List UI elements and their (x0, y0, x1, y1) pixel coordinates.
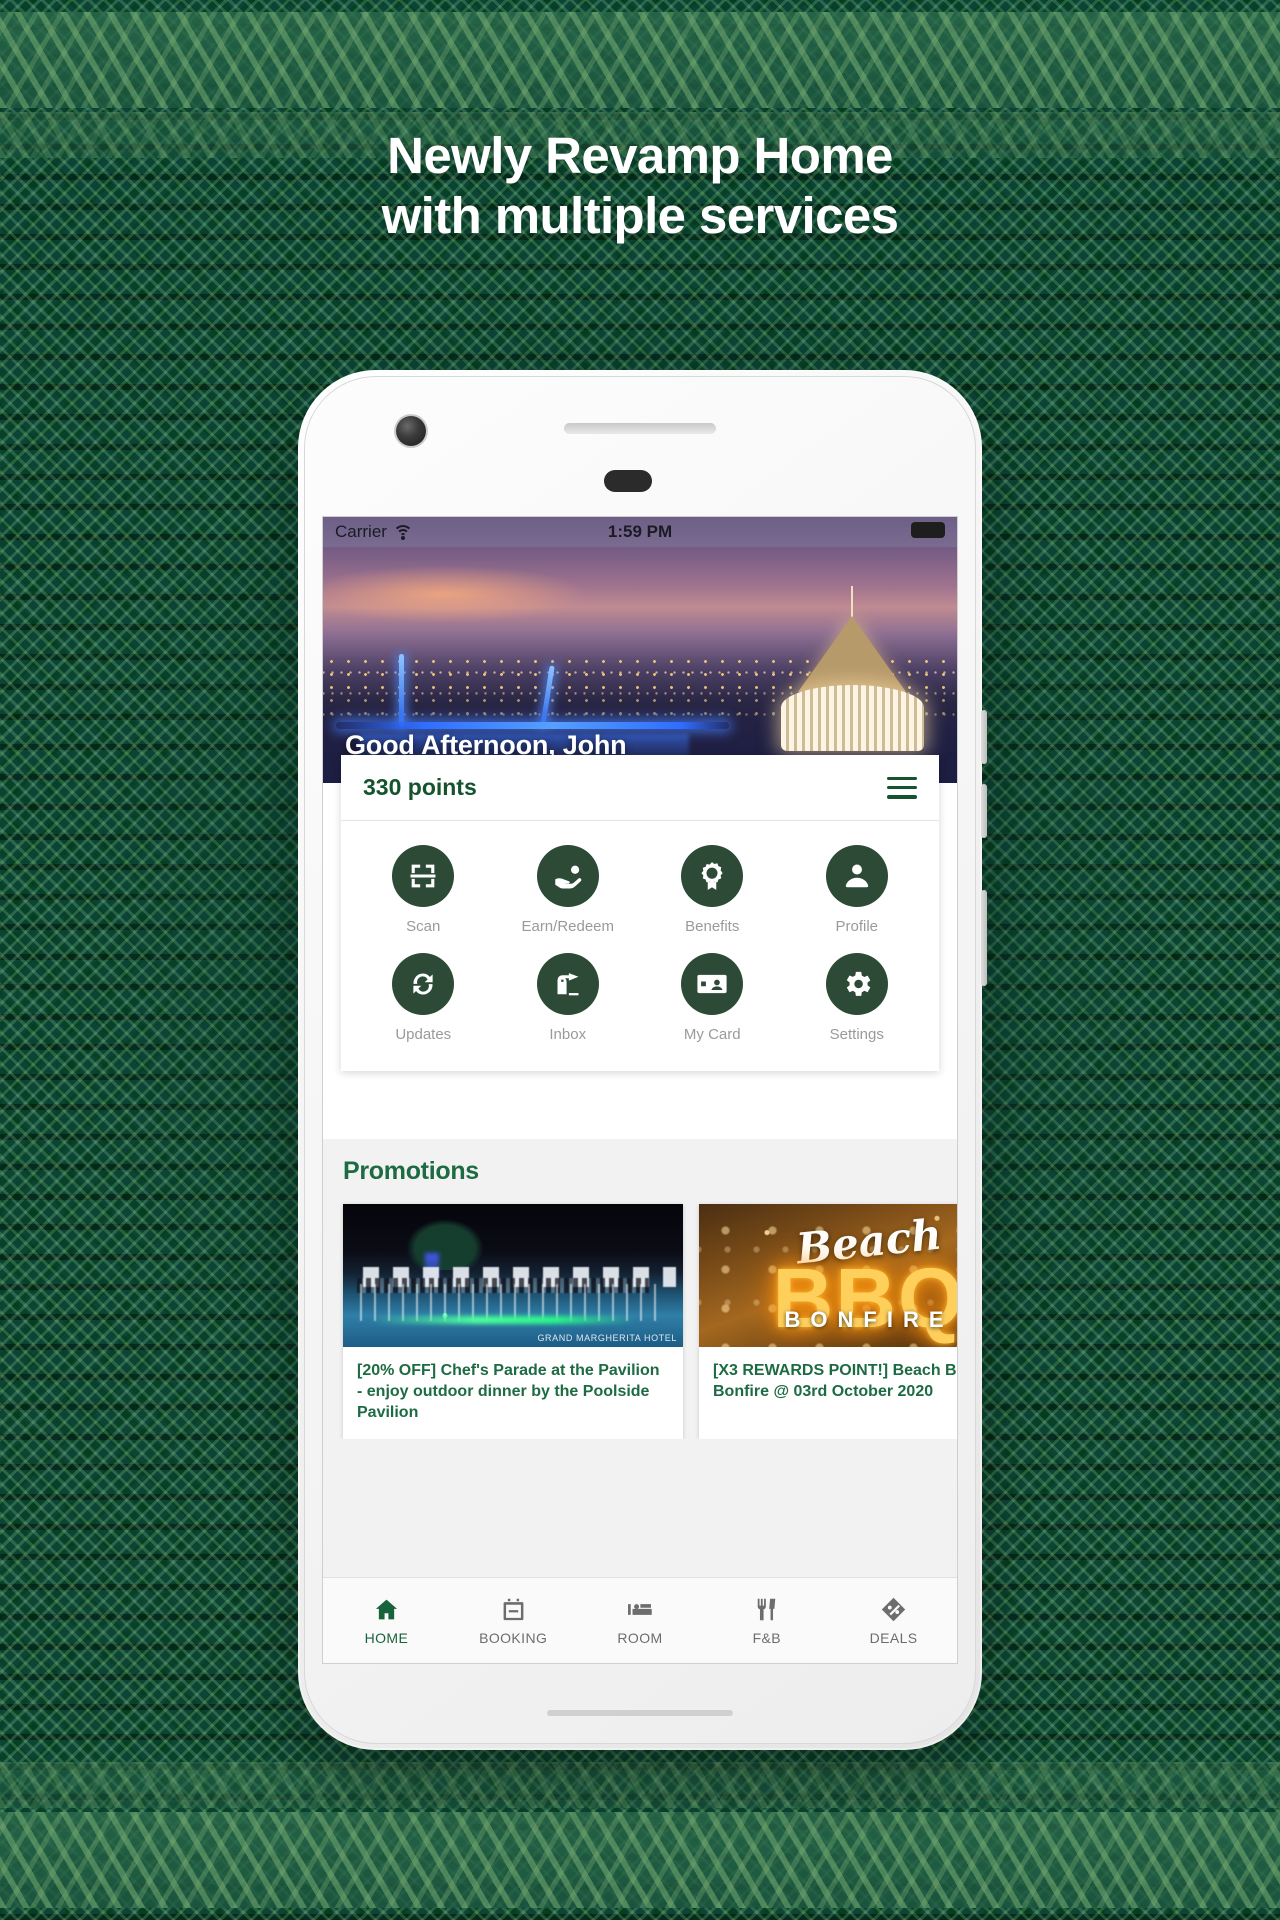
mailbox-icon (536, 953, 599, 1015)
bridge-pylon-left (398, 653, 404, 728)
quick-action-settings[interactable]: Settings (785, 945, 930, 1053)
poolside-night-party-photo: GRAND MARGHERITA HOTEL (343, 1204, 683, 1347)
quick-action-profile[interactable]: Profile (785, 837, 930, 945)
points-row: 330 points (341, 755, 939, 821)
quick-action-inbox[interactable]: Inbox (496, 945, 641, 1053)
id-card-icon (681, 953, 744, 1015)
status-bar: Carrier 1:59 PM (323, 517, 957, 547)
nav-label: ROOM (617, 1629, 663, 1646)
promo-headline: Newly Revamp Home with multiple services (0, 126, 1280, 246)
quick-action-label: Scan (406, 918, 441, 935)
quick-action-earn-redeem[interactable]: Earn/Redeem (496, 837, 641, 945)
promotion-card-2[interactable]: Beach BBQ BONFIRE [X3 REWARDS POINT!] Be… (699, 1204, 957, 1440)
phone-mockup: Good Afternoon, John Carrier 1:59 PM 330… (298, 370, 987, 1750)
bridge-deck (335, 722, 729, 730)
volume-down-button[interactable] (981, 784, 987, 838)
promotion-title: [20% OFF] Chef's Parade at the Pavilion … (357, 1362, 660, 1422)
home-button-indicator[interactable] (547, 1710, 733, 1716)
nav-label: F&B (752, 1629, 781, 1646)
quick-actions-row-2: Updates Inbox My Card Settings (351, 945, 929, 1053)
nav-item-booking[interactable]: BOOKING (450, 1596, 577, 1646)
award-ribbon-icon (681, 845, 744, 907)
promotion-card-1[interactable]: GRAND MARGHERITA HOTEL [20% OFF] Chef's … (343, 1204, 683, 1440)
building-roof (798, 615, 907, 692)
tag-icon (881, 1597, 906, 1621)
home-icon (375, 1599, 397, 1619)
nav-item-fnb[interactable]: F&B (703, 1596, 830, 1646)
nav-item-room[interactable]: ROOM (577, 1596, 704, 1646)
bottom-navigation-bar: HOME BOOKING ROOM F&B DEALS (323, 1577, 957, 1663)
quick-actions-grid: Scan Earn/Redeem Benefits Profile Update… (341, 821, 939, 1071)
earpiece-speaker (564, 423, 716, 434)
phone-screen: Good Afternoon, John Carrier 1:59 PM 330… (322, 516, 958, 1664)
points-and-actions-card: 330 points Scan Earn/Redeem Benefits Pro… (341, 755, 939, 1071)
quick-action-label: Settings (829, 1026, 884, 1043)
quick-action-label: Earn/Redeem (521, 918, 615, 935)
nav-item-home[interactable]: HOME (323, 1596, 450, 1646)
promotions-heading: Promotions (343, 1157, 479, 1185)
bed-icon (628, 1603, 653, 1615)
photo-watermark: GRAND MARGHERITA HOTEL (537, 1333, 677, 1343)
sunset-glow (323, 564, 590, 624)
bonfire-text: BONFIRE (784, 1306, 954, 1332)
beach-bbq-bonfire-photo: Beach BBQ BONFIRE (699, 1204, 957, 1347)
palm-tree (400, 1215, 490, 1270)
quick-action-label: Updates (395, 1026, 452, 1043)
quick-action-updates[interactable]: Updates (351, 945, 496, 1053)
promotion-title: [X3 REWARDS POINT!] Beach BBQ Bonfire @ … (713, 1362, 957, 1401)
quick-action-label: My Card (683, 1026, 741, 1043)
power-button[interactable] (981, 890, 987, 986)
nav-label: BOOKING (479, 1629, 548, 1646)
nav-label: DEALS (869, 1629, 918, 1646)
quick-action-label: Benefits (685, 918, 740, 935)
status-bar-time: 1:59 PM (607, 522, 673, 541)
nav-label: HOME (364, 1629, 409, 1646)
calendar-icon (503, 1598, 524, 1620)
green-pool-light (370, 1316, 636, 1325)
points-balance: 330 points (363, 774, 477, 800)
nav-item-deals[interactable]: DEALS (830, 1596, 957, 1646)
hero-image-kuching-waterfront: Good Afternoon, John (323, 517, 957, 783)
headline-line-1: Newly Revamp Home (387, 127, 893, 184)
quick-action-label: Inbox (549, 1026, 587, 1043)
hand-coin-icon (536, 845, 599, 907)
state-assembly-building (767, 586, 938, 752)
promotions-section: Promotions GRAND MARGHERITA HOTEL [20% O… (323, 1139, 957, 1577)
hamburger-menu-icon[interactable] (887, 776, 917, 799)
headline-line-2: with multiple services (381, 187, 899, 245)
quick-action-benefits[interactable]: Benefits (640, 837, 785, 945)
quick-action-label: Profile (835, 918, 879, 935)
battery-icon (911, 521, 945, 538)
status-bar-right (911, 521, 945, 543)
volume-up-button[interactable] (981, 710, 987, 764)
cutlery-icon (758, 1598, 776, 1620)
scan-icon (392, 845, 455, 907)
quick-actions-row-1: Scan Earn/Redeem Benefits Profile (351, 837, 929, 945)
building-base (780, 685, 925, 752)
person-icon (825, 845, 888, 907)
quick-action-my-card[interactable]: My Card (640, 945, 785, 1053)
front-camera-icon (396, 416, 426, 446)
quick-action-scan[interactable]: Scan (351, 837, 496, 945)
sync-icon (392, 953, 455, 1015)
proximity-sensor (604, 470, 652, 492)
promotions-carousel[interactable]: GRAND MARGHERITA HOTEL [20% OFF] Chef's … (323, 1186, 957, 1440)
gear-icon (825, 953, 888, 1015)
